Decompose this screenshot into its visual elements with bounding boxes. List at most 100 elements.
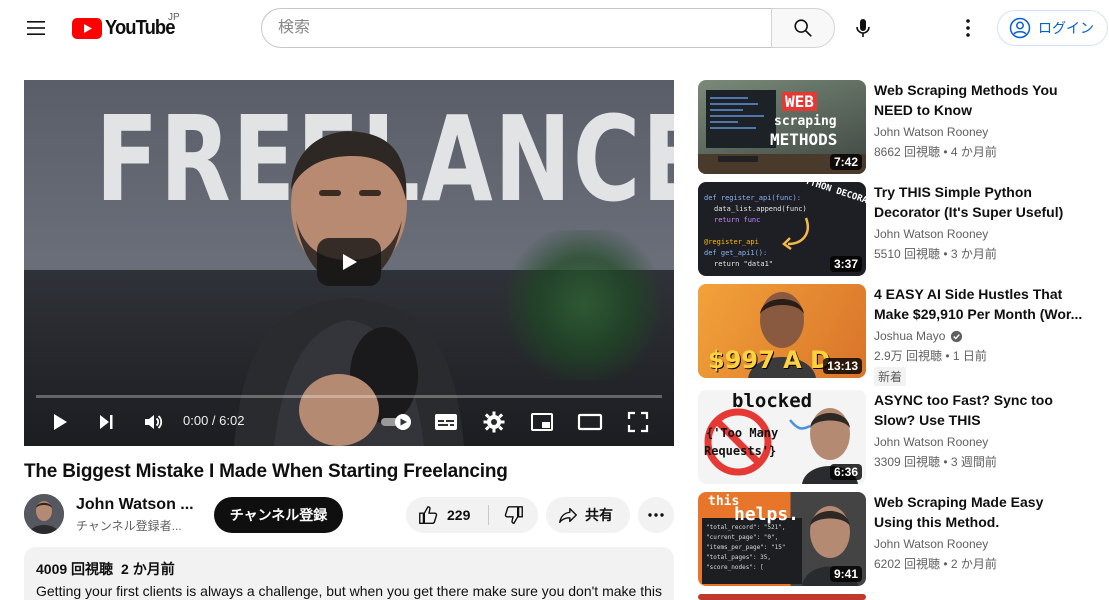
duration-badge: 7:42 bbox=[829, 154, 862, 170]
thumbnail-code-line: def get_api1(): bbox=[704, 249, 768, 257]
recommendation-channel[interactable]: John Watson Rooney bbox=[874, 537, 988, 551]
thumbnail-plant bbox=[494, 230, 674, 380]
video-player[interactable]: FREELANCE? 0:00 / 6:02 bbox=[24, 80, 674, 446]
thumbnail-code-line: @register_api bbox=[704, 238, 759, 246]
duration-badge: 9:41 bbox=[829, 566, 862, 582]
thumbnail-code-line: "score_nodes": [ bbox=[706, 564, 764, 571]
gear-icon bbox=[483, 411, 505, 433]
thumbnail-label-helps: helps. bbox=[734, 504, 800, 525]
miniplayer-icon bbox=[531, 413, 553, 431]
recommendation-thumbnail[interactable] bbox=[698, 594, 866, 600]
search-icon bbox=[794, 19, 812, 37]
recommendation-item[interactable]: blocked {'Too Many Requests'} 6:36 ASYNC… bbox=[698, 390, 1098, 484]
settings-menu-button[interactable] bbox=[948, 8, 988, 48]
miniplayer-button[interactable] bbox=[524, 398, 560, 446]
recommendation-meta: 5510 回視聴 • 3 か月前 bbox=[874, 247, 997, 261]
account-circle-icon bbox=[1009, 17, 1031, 39]
thumbnail-label-methods: METHODS bbox=[770, 130, 838, 149]
sign-in-label: ログイン bbox=[1038, 20, 1094, 36]
recommendation-item[interactable]: this helps. "total_record": "521", "curr… bbox=[698, 492, 1098, 586]
microphone-icon bbox=[856, 19, 870, 37]
logo-country-code: JP bbox=[168, 12, 180, 23]
recommendation-thumbnail[interactable]: blocked {'Too Many Requests'} 6:36 bbox=[698, 390, 866, 484]
next-button[interactable] bbox=[88, 398, 124, 446]
more-vertical-icon bbox=[966, 19, 970, 37]
share-label: 共有 bbox=[585, 507, 613, 523]
more-horizontal-icon bbox=[648, 513, 664, 517]
share-button[interactable]: 共有 bbox=[546, 497, 630, 533]
thumbnail-code-line: "items_per_page": "15" bbox=[706, 544, 786, 551]
verified-check-icon bbox=[951, 330, 963, 342]
view-count: 4009 回視聴 bbox=[36, 561, 114, 577]
recommendation-title[interactable]: Try THIS Simple Python Decorator (It's S… bbox=[874, 182, 1084, 222]
theater-mode-button[interactable] bbox=[572, 398, 608, 446]
recommendation-title[interactable]: 4 EASY AI Side Hustles That Make $29,910… bbox=[874, 284, 1084, 324]
description-box[interactable]: 4009 回視聴 2 か月前 Getting your first clients… bbox=[24, 547, 674, 600]
player-controls: 0:00 / 6:02 bbox=[24, 398, 674, 446]
like-button[interactable]: 229 bbox=[406, 497, 488, 533]
time-display: 0:00 / 6:02 bbox=[183, 413, 245, 428]
voice-search-button[interactable] bbox=[843, 8, 883, 48]
recommendation-thumbnail[interactable]: this helps. "total_record": "521", "curr… bbox=[698, 492, 866, 586]
recommendation-thumbnail[interactable]: PYTHON DECORATOR def register_api(func):… bbox=[698, 182, 866, 276]
description-meta: 4009 回視聴 2 か月前 bbox=[36, 559, 662, 579]
fullscreen-icon bbox=[627, 411, 649, 433]
guide-menu-button[interactable] bbox=[16, 8, 56, 48]
avatar-image bbox=[24, 494, 64, 534]
recommendation-channel[interactable]: John Watson Rooney bbox=[874, 435, 988, 449]
thumbnail-label-requests: Requests'} bbox=[704, 444, 777, 458]
description-text: Getting your first clients is always a c… bbox=[36, 583, 662, 599]
dislike-button[interactable] bbox=[490, 497, 538, 533]
search-button[interactable] bbox=[771, 8, 835, 48]
recommendation-title[interactable]: ASYNC too Fast? Sync too Slow? Use THIS bbox=[874, 390, 1084, 430]
sign-in-button[interactable]: ログイン bbox=[997, 10, 1108, 46]
curved-arrow-icon bbox=[782, 217, 809, 251]
recommendation-item-partial[interactable] bbox=[698, 594, 1098, 600]
thumbnail-label-too-many: {'Too Many bbox=[706, 426, 779, 440]
mute-button[interactable] bbox=[135, 398, 171, 446]
recommendation-channel[interactable]: Joshua Mayo bbox=[874, 329, 963, 343]
masthead: YouTube JP ログイン bbox=[0, 0, 1109, 56]
play-button[interactable] bbox=[42, 398, 78, 446]
thumbnail-code-line: "current_page": "0", bbox=[706, 534, 779, 541]
recommendation-thumbnail[interactable]: WEB scraping METHODS 7:42 bbox=[698, 80, 866, 174]
skip-next-icon bbox=[100, 415, 113, 429]
recommendation-meta: 2.9万 回視聴 • 1 日前 bbox=[874, 349, 987, 363]
play-icon bbox=[343, 254, 357, 270]
duration-badge: 6:36 bbox=[829, 464, 862, 480]
subscriber-count: チャンネル登録者... bbox=[76, 519, 182, 533]
settings-button[interactable] bbox=[476, 398, 512, 446]
recommendation-thumbnail[interactable]: $997 A D 13:13 bbox=[698, 284, 866, 378]
like-dislike-group: 229 bbox=[406, 497, 538, 533]
channel-avatar[interactable] bbox=[24, 494, 64, 534]
autoplay-toggle[interactable] bbox=[377, 398, 417, 446]
logo-wordmark: YouTube bbox=[105, 16, 175, 39]
autoplay-icon bbox=[381, 414, 411, 430]
like-count: 229 bbox=[447, 507, 471, 523]
recommendation-item[interactable]: $997 A D 13:13 4 EASY AI Side Hustles Th… bbox=[698, 284, 1098, 386]
fullscreen-button[interactable] bbox=[620, 398, 656, 446]
large-play-button[interactable] bbox=[317, 238, 381, 286]
more-actions-button[interactable] bbox=[638, 497, 674, 533]
thumbnail-code-line: data_list.append(func) bbox=[714, 205, 807, 213]
upload-age: 2 か月前 bbox=[121, 561, 175, 577]
search-input[interactable] bbox=[278, 19, 771, 37]
video-title: The Biggest Mistake I Made When Starting… bbox=[24, 461, 508, 482]
recommendation-item[interactable]: WEB scraping METHODS 7:42 Web Scraping M… bbox=[698, 80, 1098, 174]
subscribe-button[interactable]: チャンネル登録 bbox=[214, 497, 343, 533]
share-icon bbox=[559, 507, 577, 524]
recommendation-channel[interactable]: John Watson Rooney bbox=[874, 227, 988, 241]
subtitles-button[interactable] bbox=[428, 398, 464, 446]
recommendation-title[interactable]: Web Scraping Made Easy Using this Method… bbox=[874, 492, 1084, 532]
channel-name[interactable]: John Watson ... bbox=[76, 496, 194, 514]
duration-badge: 3:37 bbox=[829, 256, 862, 272]
thumbnail-label-web: WEB bbox=[782, 92, 817, 111]
youtube-logo[interactable]: YouTube JP bbox=[72, 12, 181, 40]
recommendation-item[interactable]: PYTHON DECORATOR def register_api(func):… bbox=[698, 182, 1098, 276]
recommendation-title[interactable]: Web Scraping Methods You NEED to Know bbox=[874, 80, 1084, 120]
hamburger-icon bbox=[27, 21, 45, 35]
youtube-play-logo-icon bbox=[72, 17, 102, 39]
recommendation-channel[interactable]: John Watson Rooney bbox=[874, 125, 988, 139]
search-box[interactable] bbox=[261, 8, 772, 48]
recommendation-meta: 3309 回視聴 • 3 週間前 bbox=[874, 455, 997, 469]
